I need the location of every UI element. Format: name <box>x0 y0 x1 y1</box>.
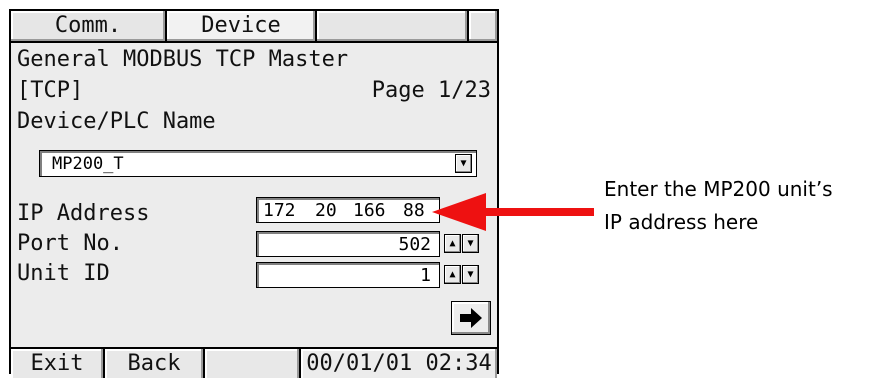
annotation-line-2: IP address here <box>604 210 759 234</box>
annotation-line-1: Enter the MP200 unit’s <box>604 177 833 201</box>
